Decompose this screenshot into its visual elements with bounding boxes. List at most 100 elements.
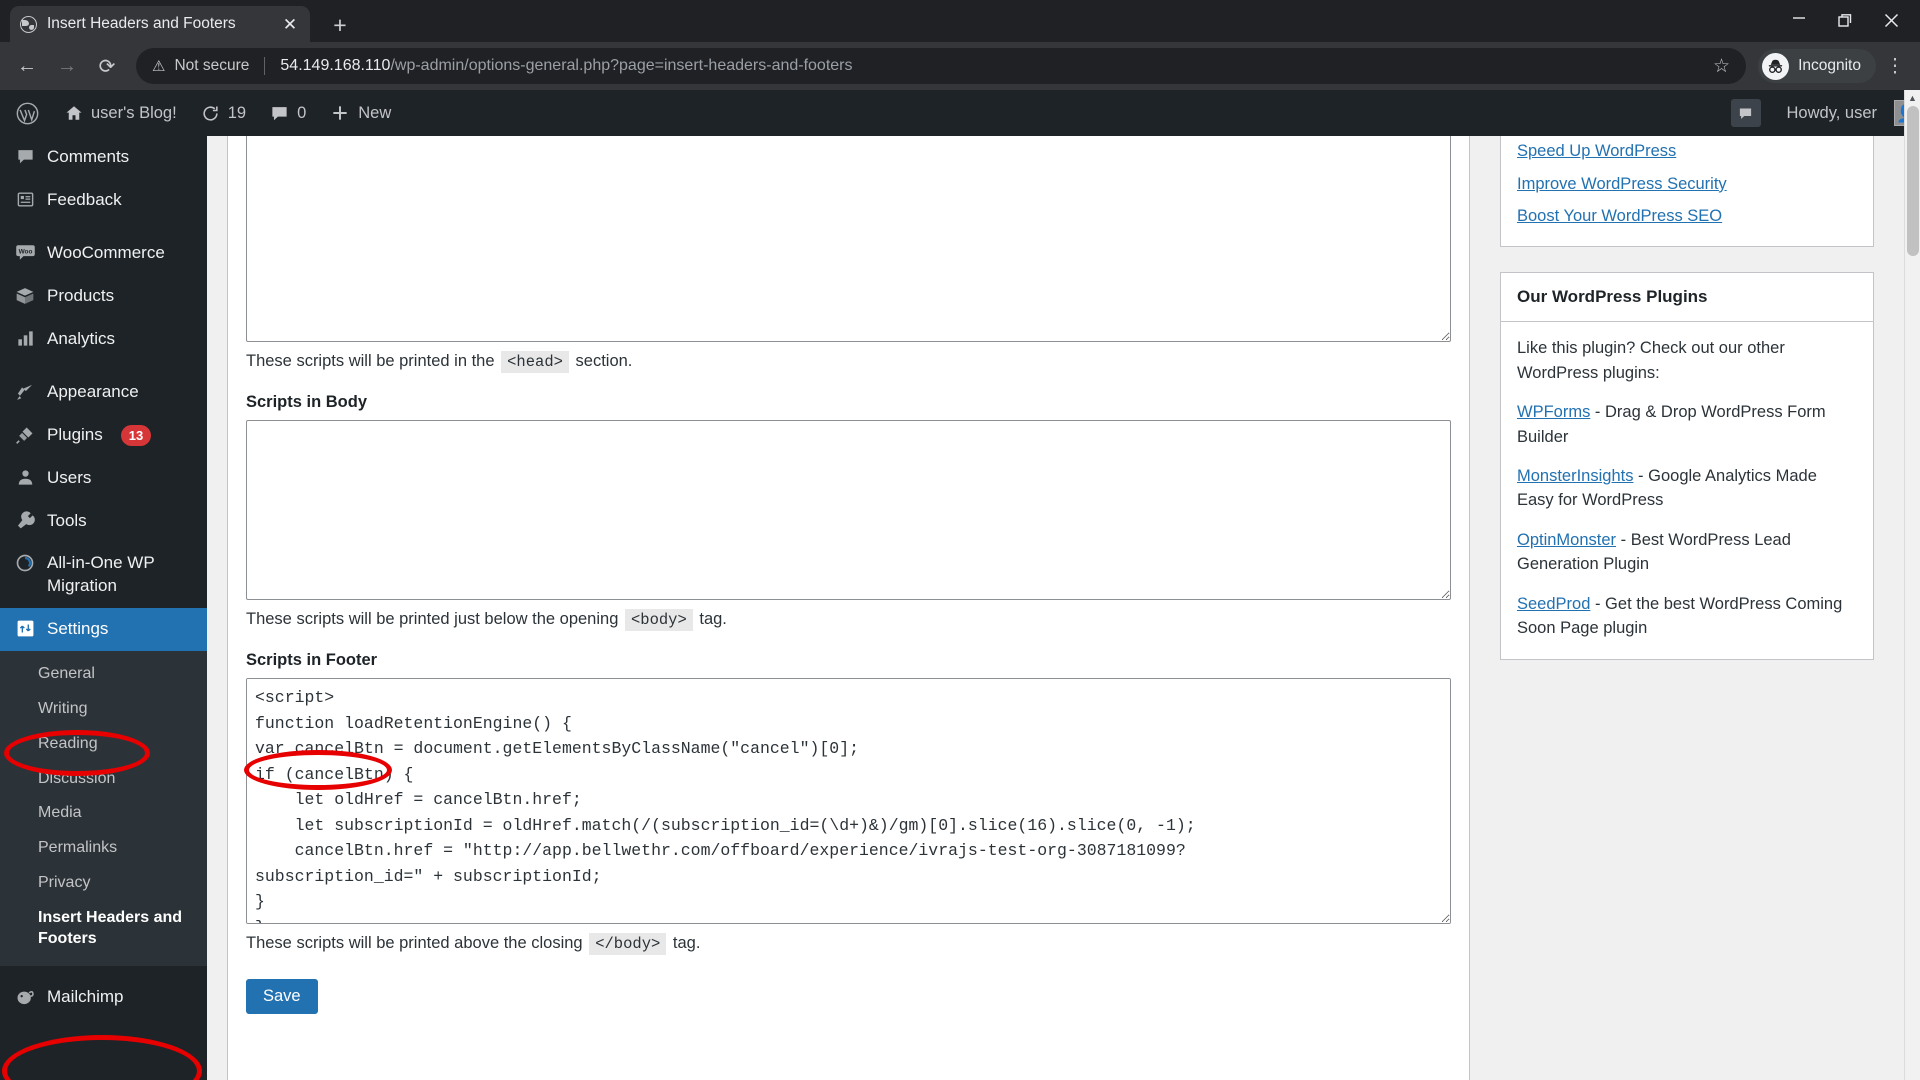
incognito-label: Incognito <box>1798 57 1861 74</box>
security-status-label[interactable]: Not secure <box>174 57 249 75</box>
wordpress-logo-icon[interactable] <box>0 90 53 136</box>
header-help-suffix: section. <box>575 352 633 370</box>
scripts-in-body-label: Scripts in Body <box>246 393 368 411</box>
updates-icon <box>203 105 218 121</box>
user-icon <box>14 468 36 487</box>
new-content-menu[interactable]: New <box>318 90 403 136</box>
page-scrollbar[interactable]: ▲ <box>1904 90 1920 1080</box>
sidebar-item-label: Settings <box>47 619 109 639</box>
globe-icon <box>20 15 37 33</box>
sidebar-divider <box>0 222 207 232</box>
howdy-label[interactable]: Howdy, user <box>1775 90 1883 136</box>
footer-help-suffix: tag. <box>672 934 701 952</box>
settings-submenu: General Writing Reading Discussion Media… <box>0 651 207 967</box>
sidebar-item-tools[interactable]: Tools <box>0 500 207 543</box>
body-help-text: These scripts will be printed just below… <box>246 609 1451 631</box>
sidebar-item-analytics[interactable]: Analytics <box>0 318 207 361</box>
updates-count: 19 <box>227 103 247 122</box>
sidebar-item-woocommerce[interactable]: Woo WooCommerce <box>0 232 207 275</box>
plugin-link-monsterinsights[interactable]: MonsterInsights <box>1517 467 1633 485</box>
comments-count: 0 <box>297 103 307 122</box>
comment-bubble-icon <box>272 106 287 120</box>
sidebar-item-insert-headers-and-footers[interactable]: Insert Headers and Footers <box>0 901 207 957</box>
close-icon[interactable]: ✕ <box>280 16 300 33</box>
body-help-suffix: tag. <box>699 610 727 628</box>
plugin-entry: SeedProd - Get the best WordPress Coming… <box>1517 592 1857 641</box>
scrollbar-thumb[interactable] <box>1907 106 1919 256</box>
reload-icon[interactable]: ⟳ <box>88 47 126 85</box>
tab-title: Insert Headers and Footers <box>47 15 236 32</box>
our-wordpress-plugins-card: Our WordPress Plugins Like this plugin? … <box>1500 272 1874 660</box>
window-close-icon[interactable] <box>1868 0 1914 40</box>
address-bar[interactable]: ⚠ Not secure 54.149.168.110/wp-admin/opt… <box>136 48 1747 84</box>
plugins-update-badge: 13 <box>120 424 152 447</box>
plugin-link-optinmonster[interactable]: OptinMonster <box>1517 531 1616 549</box>
sidebar-item-label: Analytics <box>47 328 116 348</box>
products-box-icon <box>14 286 36 306</box>
sidebar-item-appearance[interactable]: Appearance <box>0 371 207 414</box>
sidebar-item-writing[interactable]: Writing <box>0 692 207 727</box>
plugin-entry: OptinMonster - Best WordPress Lead Gener… <box>1517 528 1857 577</box>
browser-menu-icon[interactable]: ⋮ <box>1878 55 1912 78</box>
sidebar-divider <box>0 966 207 976</box>
back-icon[interactable]: ← <box>8 47 46 85</box>
home-icon <box>66 106 82 120</box>
sidebar-item-label: Users <box>47 467 92 487</box>
footer-help-prefix: These scripts will be printed above the … <box>246 934 583 952</box>
main-content-area: These scripts will be printed in the <he… <box>207 90 1920 1080</box>
maximize-icon[interactable] <box>1822 0 1868 40</box>
sidebar-item-label: Appearance <box>47 381 139 401</box>
forward-icon[interactable]: → <box>48 47 86 85</box>
plugins-card-title: Our WordPress Plugins <box>1501 273 1873 323</box>
paintbrush-icon <box>14 382 36 402</box>
incognito-hat-icon <box>1762 52 1790 80</box>
sidebar-item-all-in-one-wp-migration[interactable]: All-in-One WP Migration <box>0 542 207 608</box>
browser-tab-strip: Insert Headers and Footers ✕ + <box>0 0 1920 42</box>
sidebar-item-plugins[interactable]: Plugins 13 <box>0 414 207 457</box>
save-button[interactable]: Save <box>246 979 318 1014</box>
guide-link-boost-your-wordpress-seo[interactable]: Boost Your WordPress SEO <box>1517 207 1722 225</box>
wrench-icon <box>14 510 36 530</box>
header-help-prefix: These scripts will be printed in the <box>246 352 495 370</box>
url-host: 54.149.168.110 <box>280 57 391 74</box>
window-controls <box>1776 0 1914 40</box>
site-name-label: user's Blog! <box>91 103 177 122</box>
sidebar-item-general[interactable]: General <box>0 657 207 692</box>
site-name-menu[interactable]: user's Blog! <box>53 90 189 136</box>
plugin-link-wpforms[interactable]: WPForms <box>1517 403 1590 421</box>
plugin-link-seedprod[interactable]: SeedProd <box>1517 595 1590 613</box>
scroll-up-arrow-icon[interactable]: ▲ <box>1905 90 1920 106</box>
scripts-in-footer-textarea[interactable] <box>246 678 1451 924</box>
sidebar-item-discussion[interactable]: Discussion <box>0 762 207 797</box>
incognito-profile-button[interactable]: Incognito <box>1758 49 1876 83</box>
settings-form-panel: These scripts will be printed in the <he… <box>227 90 1470 1080</box>
guide-link-improve-wordpress-security[interactable]: Improve WordPress Security <box>1517 175 1727 193</box>
comment-icon <box>14 147 36 166</box>
updates-menu[interactable]: 19 <box>189 90 258 136</box>
sidebar-item-reading[interactable]: Reading <box>0 727 207 762</box>
sidebar-item-privacy[interactable]: Privacy <box>0 866 207 901</box>
comments-menu[interactable]: 0 <box>258 90 318 136</box>
browser-tab[interactable]: Insert Headers and Footers ✕ <box>10 6 310 42</box>
feedback-bubble-icon[interactable] <box>1730 99 1761 127</box>
sidebar-item-mailchimp[interactable]: Mailchimp <box>0 976 207 1019</box>
bookmark-star-icon[interactable]: ☆ <box>1713 55 1730 78</box>
sidebar-item-permalinks[interactable]: Permalinks <box>0 831 207 866</box>
sidebar-item-users[interactable]: Users <box>0 457 207 500</box>
new-tab-button[interactable]: + <box>326 14 354 37</box>
plugin-entry: WPForms - Drag & Drop WordPress Form Bui… <box>1517 400 1857 449</box>
sidebar-item-settings[interactable]: Settings <box>0 608 207 652</box>
body-tag-chip: <body> <box>624 609 693 631</box>
sidebar-item-feedback[interactable]: Feedback <box>0 179 207 222</box>
scripts-in-body-textarea[interactable] <box>246 420 1451 600</box>
sidebar-item-products[interactable]: Products <box>0 275 207 318</box>
minimize-icon[interactable] <box>1776 0 1822 34</box>
plugins-card-body: Like this plugin? Check out our other Wo… <box>1501 322 1873 658</box>
sidebar-item-media[interactable]: Media <box>0 796 207 831</box>
sidebar-item-comments[interactable]: Comments <box>0 136 207 179</box>
sidebar-item-label: Products <box>47 285 115 305</box>
sidebar-item-label: Comments <box>47 147 130 166</box>
sidebar-divider <box>0 361 207 371</box>
guide-link-speed-up-wordpress[interactable]: Speed Up WordPress <box>1517 142 1676 160</box>
header-help-text: These scripts will be printed in the <he… <box>246 351 1451 373</box>
